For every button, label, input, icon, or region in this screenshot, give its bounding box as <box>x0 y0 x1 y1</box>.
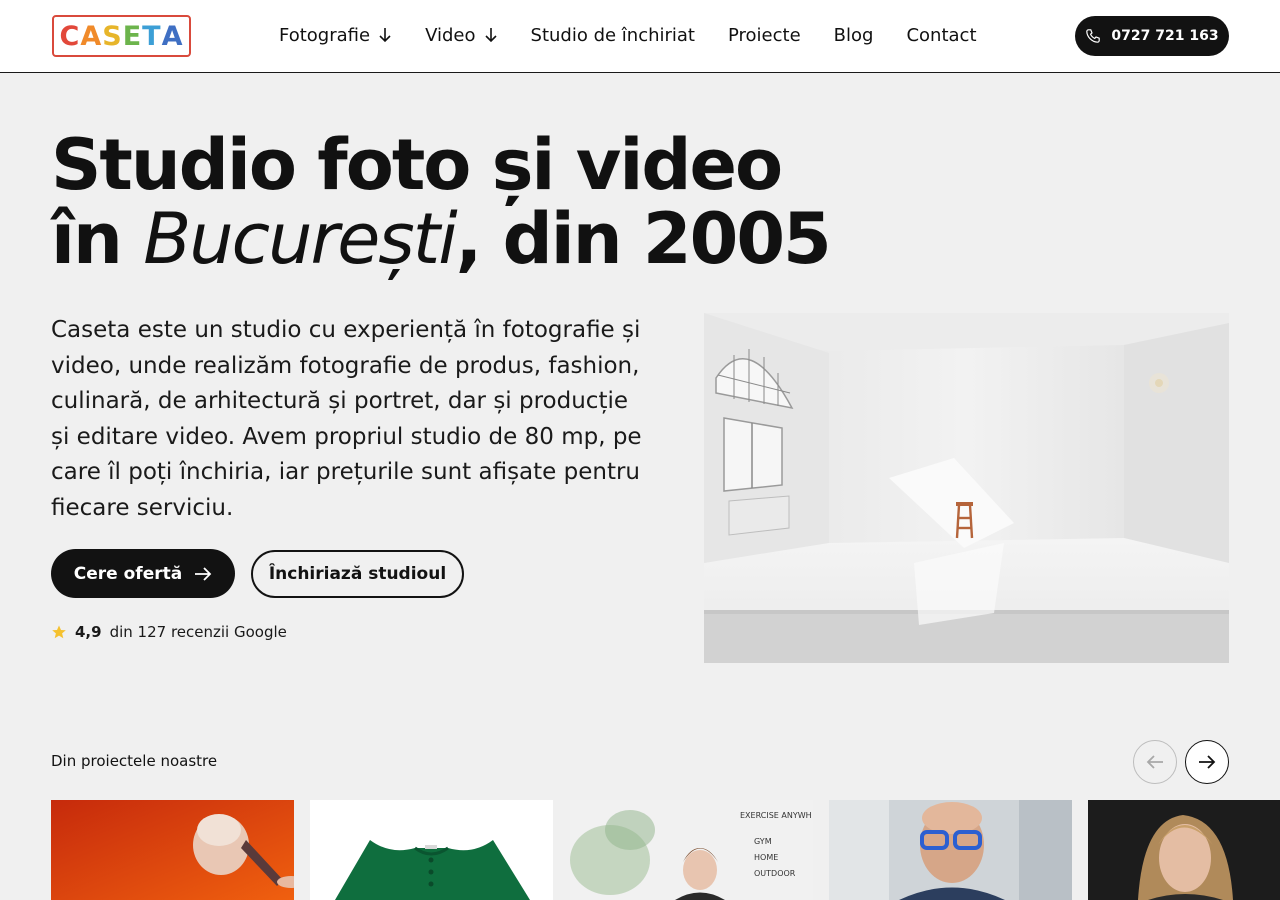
logo-letter: T <box>142 20 162 52</box>
hero-description: Caseta este un studio cu experiență în f… <box>51 317 642 521</box>
logo-letter: A <box>161 20 184 52</box>
arrow-down-icon <box>484 28 497 43</box>
project-thumbnail-shirt[interactable] <box>310 800 553 900</box>
hero-title-city: București <box>143 198 457 280</box>
site-header: C A S E T A Fotografie Video Studio de î… <box>0 0 1280 73</box>
caseta-logo[interactable]: C A S E T A <box>52 15 191 57</box>
nav-label: Proiecte <box>728 24 801 46</box>
project-thumbnail-portrait-woman[interactable] <box>1088 800 1280 900</box>
nav-item-contact[interactable]: Contact <box>906 22 976 48</box>
phone-number: 0727 721 163 <box>1111 28 1219 44</box>
star-icon <box>52 625 66 639</box>
hero-title-prefix: în <box>51 198 144 280</box>
arrow-left-icon <box>1146 755 1163 769</box>
nav-item-video[interactable]: Video <box>425 22 497 48</box>
hero-title-suffix: , din 2005 <box>455 198 832 280</box>
request-offer-label: Cere ofertă <box>73 563 183 584</box>
nav-item-blog[interactable]: Blog <box>834 22 874 48</box>
request-offer-button[interactable]: Cere ofertă <box>51 549 235 598</box>
project-thumbnail-portrait-man[interactable] <box>829 800 1072 900</box>
logo-letter: A <box>80 20 103 52</box>
logo-letter: C <box>59 20 81 52</box>
arrow-right-icon <box>195 566 212 581</box>
hero-title: Studio foto și video în București, din 2… <box>51 128 832 276</box>
nav-label: Fotografie <box>279 24 371 46</box>
nav-item-studio[interactable]: Studio de închiriat <box>531 22 695 48</box>
hero-title-line1: Studio foto și video <box>51 124 783 206</box>
phone-button[interactable]: 0727 721 163 <box>1075 16 1229 56</box>
phone-icon <box>1086 29 1101 43</box>
nav-label: Studio de închiriat <box>530 24 695 46</box>
rating-text: din 127 recenzii Google <box>109 623 287 641</box>
rent-studio-button[interactable]: Închiriază studioul <box>251 550 464 598</box>
main-nav: Fotografie Video Studio de închiriat Pro… <box>279 22 1010 48</box>
nav-label: Blog <box>833 24 874 46</box>
gym-sign-item: OUTDOOR <box>754 869 796 878</box>
projects-section-label: Din proiectele noastre <box>51 752 218 770</box>
nav-item-proiecte[interactable]: Proiecte <box>728 22 801 48</box>
studio-photo <box>704 313 1229 663</box>
gym-sign-item: GYM <box>754 837 772 846</box>
gym-sign-item: HOME <box>754 853 778 862</box>
rent-studio-label: Închiriază studioul <box>268 564 447 584</box>
logo-letter: S <box>102 20 123 52</box>
logo-letter: E <box>122 20 143 52</box>
gym-sign-title: EXERCISE ANYWH <box>740 811 812 820</box>
nav-item-fotografie[interactable]: Fotografie <box>279 22 392 48</box>
arrow-right-icon <box>1199 755 1216 769</box>
carousel-next-button[interactable] <box>1185 740 1229 784</box>
carousel-prev-button[interactable] <box>1133 740 1177 784</box>
google-rating[interactable]: 4,9 din 127 recenzii Google <box>51 623 287 641</box>
nav-label: Video <box>425 24 476 46</box>
rating-value: 4,9 <box>75 623 102 641</box>
project-thumbnail-makeup[interactable] <box>51 800 294 900</box>
arrow-down-icon <box>379 28 391 43</box>
nav-label: Contact <box>906 24 977 46</box>
project-thumbnail-gym[interactable]: EXERCISE ANYWH GYM HOME OUTDOOR <box>570 800 813 900</box>
